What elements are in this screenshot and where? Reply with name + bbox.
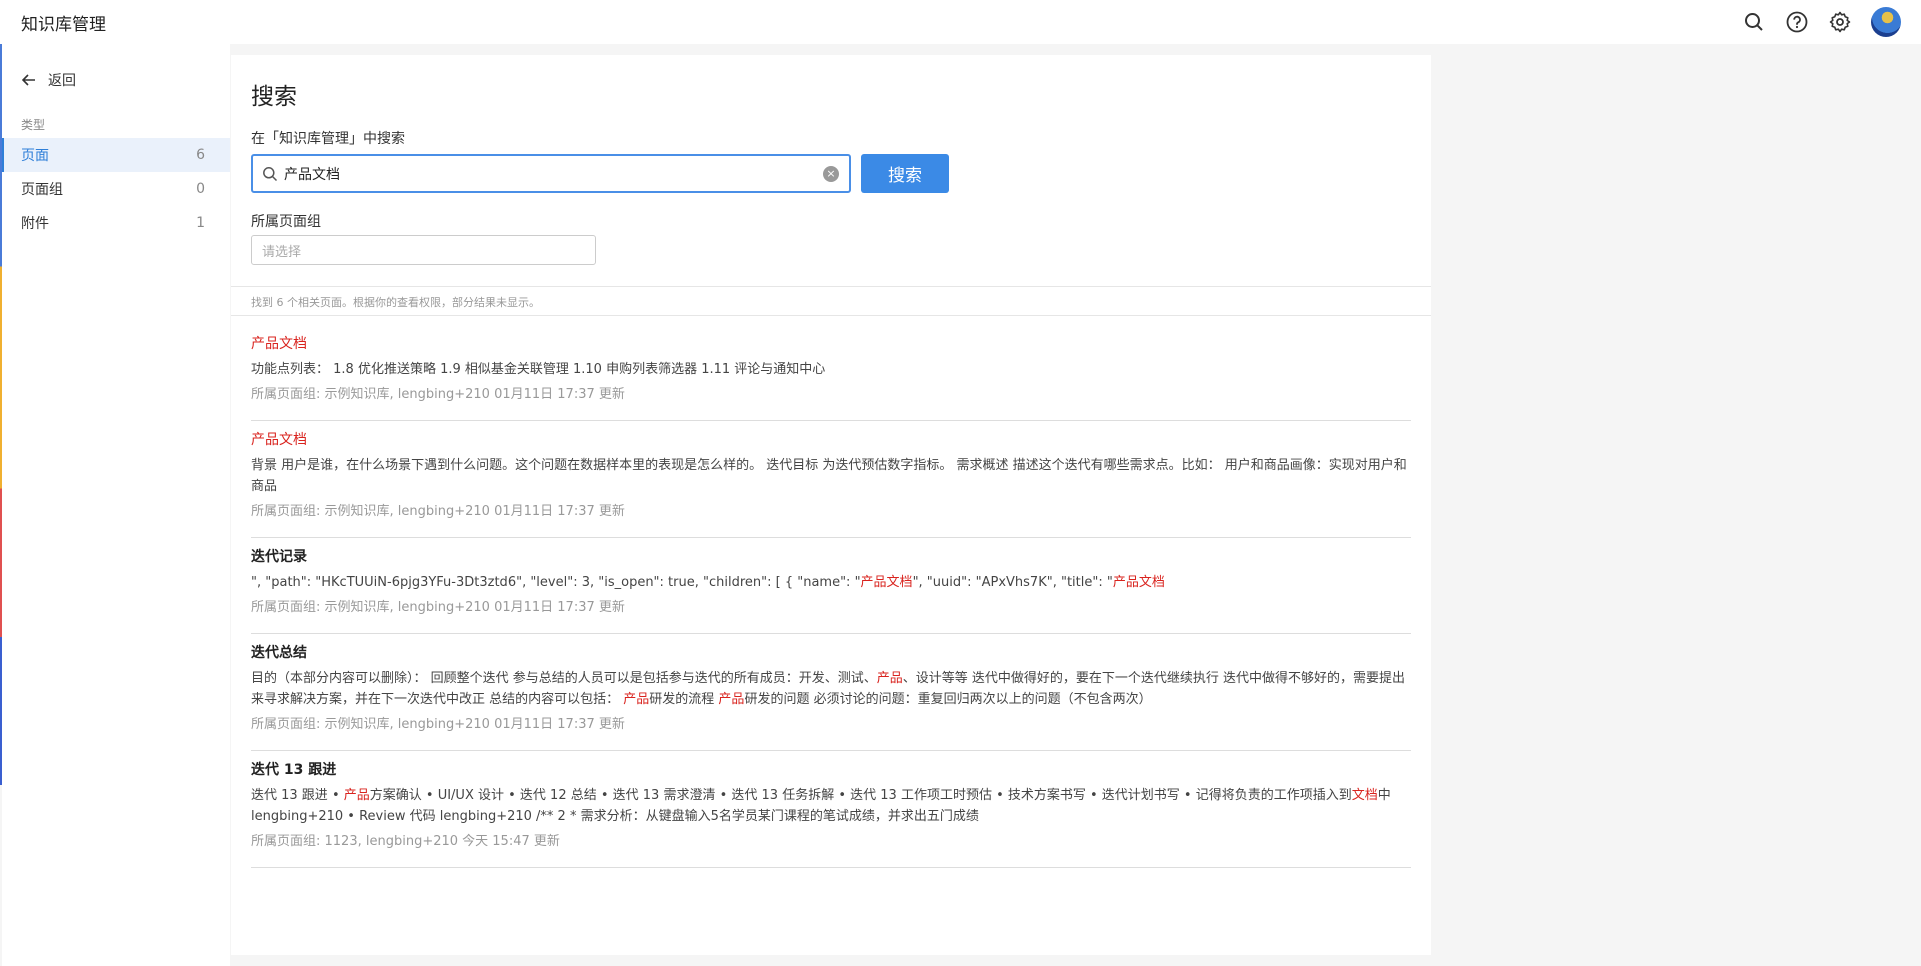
result-title-text: 迭代总结 (251, 645, 307, 661)
sidebar-item-pages[interactable]: 页面 6 (2, 138, 230, 172)
result-title[interactable]: 产品文档 (251, 334, 1411, 354)
search-input[interactable] (284, 158, 823, 189)
page-group-select[interactable]: 请选择 (251, 235, 596, 265)
clear-icon[interactable]: × (823, 165, 839, 182)
snippet-text: ", "uuid": "APxVhs7K", "title": " (912, 575, 1113, 590)
search-scope-label: 在「知识库管理」中搜索 (251, 131, 405, 147)
sidebar-item-label: 页面 (21, 148, 49, 164)
result-meta: 所属页面组: 示例知识库, lengbing+210 01月11日 17:37 … (251, 387, 625, 402)
gear-icon[interactable] (1828, 10, 1852, 34)
result-meta: 所属页面组: 示例知识库, lengbing+210 01月11日 17:37 … (251, 504, 625, 519)
snippet-highlight: 产品文档 (860, 575, 913, 590)
divider (231, 315, 1431, 316)
result-title[interactable]: 产品文档 (251, 430, 1411, 450)
result-title[interactable]: 迭代总结 (251, 643, 1411, 663)
result-snippet: 目的（本部分内容可以删除）： 回顾整个迭代 参与总结的人员可以是包括参与迭代的所… (251, 668, 1411, 710)
result-title-text: 迭代记录 (251, 549, 307, 565)
result-summary: 找到 6 个相关页面。根据你的查看权限，部分结果未显示。 (251, 296, 540, 309)
snippet-text: 研发的问题 必须讨论的问题：重复回归两次以上的问题（不包含两次） (744, 692, 1152, 707)
snippet-text: 研发的流程 (649, 692, 719, 707)
result-snippet: 功能点列表： 1.8 优化推送策略 1.9 相似基金关联管理 1.10 申购列表… (251, 359, 1411, 380)
divider (231, 286, 1431, 287)
snippet-text: 目的（本部分内容可以删除）： 回顾整个迭代 参与总结的人员可以是包括参与迭代的所… (251, 671, 877, 686)
list-item[interactable]: 产品文档功能点列表： 1.8 优化推送策略 1.9 相似基金关联管理 1.10 … (251, 325, 1411, 421)
result-snippet: 迭代 13 跟进 • 产品方案确认 • UI/UX 设计 • 迭代 12 总结 … (251, 785, 1411, 827)
result-title-text: 产品文档 (251, 432, 307, 448)
snippet-text: 迭代 13 跟进 • (251, 788, 344, 803)
snippet-text: 方案确认 • UI/UX 设计 • 迭代 12 总结 • 迭代 13 需求澄清 … (369, 788, 1352, 803)
back-button[interactable]: 返回 (22, 70, 76, 90)
list-item[interactable]: 产品文档背景 用户是谁，在什么场景下遇到什么问题。这个问题在数据样本里的表现是怎… (251, 421, 1411, 538)
search-panel: 搜索 在「知识库管理」中搜索 × 搜索 所属页面组 请选择 找到 6 个相关页面… (231, 55, 1431, 955)
page-title: 搜索 (251, 84, 297, 110)
snippet-highlight: 产品文档 (1112, 575, 1165, 590)
avatar[interactable] (1871, 7, 1901, 37)
sidebar-item-label: 附件 (21, 216, 49, 232)
snippet-highlight: 产品 (343, 788, 370, 803)
result-meta: 所属页面组: 示例知识库, lengbing+210 01月11日 17:37 … (251, 600, 625, 615)
top-bar: 知识库管理 (0, 0, 1921, 44)
sidebar-list: 页面 6 页面组 0 附件 1 (2, 138, 230, 240)
snippet-text: 背景 用户是谁，在什么场景下遇到什么问题。这个问题在数据样本里的表现是怎么样的。… (251, 458, 1407, 494)
sidebar-item-count: 0 (196, 181, 205, 197)
snippet-text: ", "path": "HKcTUUiN-6pjg3YFu-3Dt3ztd6",… (251, 575, 861, 590)
result-title[interactable]: 迭代记录 (251, 547, 1411, 567)
list-item[interactable]: 迭代记录 ", "path": "HKcTUUiN-6pjg3YFu-3Dt3zt… (251, 538, 1411, 634)
snippet-highlight: 产品 (623, 692, 650, 707)
sidebar-item-attachments[interactable]: 附件 1 (2, 206, 230, 240)
topbar-actions (1742, 0, 1901, 44)
list-item[interactable]: 迭代总结目的（本部分内容可以删除）： 回顾整个迭代 参与总结的人员可以是包括参与… (251, 634, 1411, 751)
search-button[interactable]: 搜索 (861, 154, 949, 193)
result-title[interactable]: 迭代 13 跟进 (251, 760, 1411, 780)
result-title-text: 产品文档 (251, 336, 307, 352)
result-title-text: 迭代 13 跟进 (251, 762, 337, 778)
sidebar-section-label: 类型 (21, 118, 46, 132)
sidebar: 返回 类型 页面 6 页面组 0 附件 1 (2, 44, 230, 966)
sidebar-item-label: 页面组 (21, 182, 63, 198)
search-box: × (251, 154, 851, 193)
snippet-highlight: 文档 (1351, 788, 1378, 803)
arrow-left-icon (22, 74, 35, 86)
list-item[interactable]: 迭代 13 跟进 迭代 13 跟进 • 产品方案确认 • UI/UX 设计 • 迭… (251, 751, 1411, 868)
help-icon[interactable] (1785, 10, 1809, 34)
snippet-highlight: 产品 (876, 671, 903, 686)
sidebar-item-count: 1 (196, 215, 205, 231)
search-icon[interactable] (1742, 10, 1766, 34)
search-icon (263, 166, 278, 181)
result-meta: 所属页面组: 示例知识库, lengbing+210 01月11日 17:37 … (251, 717, 625, 732)
snippet-text: 功能点列表： 1.8 优化推送策略 1.9 相似基金关联管理 1.10 申购列表… (251, 362, 826, 377)
app-title: 知识库管理 (21, 14, 106, 35)
result-meta: 所属页面组: 1123, lengbing+210 今天 15:47 更新 (251, 834, 560, 849)
result-snippet: 背景 用户是谁，在什么场景下遇到什么问题。这个问题在数据样本里的表现是怎么样的。… (251, 455, 1411, 497)
sidebar-item-count: 6 (196, 147, 205, 163)
snippet-highlight: 产品 (718, 692, 745, 707)
back-label: 返回 (48, 73, 76, 89)
page-group-label: 所属页面组 (251, 214, 321, 230)
results-list: 产品文档 功能点列表： 1.8 优化推送策略 1.9 相似基金关联管理 1.10 … (251, 325, 1411, 868)
sidebar-item-page-groups[interactable]: 页面组 0 (2, 172, 230, 206)
result-snippet: ", "path": "HKcTUUiN-6pjg3YFu-3Dt3ztd6",… (251, 572, 1411, 593)
